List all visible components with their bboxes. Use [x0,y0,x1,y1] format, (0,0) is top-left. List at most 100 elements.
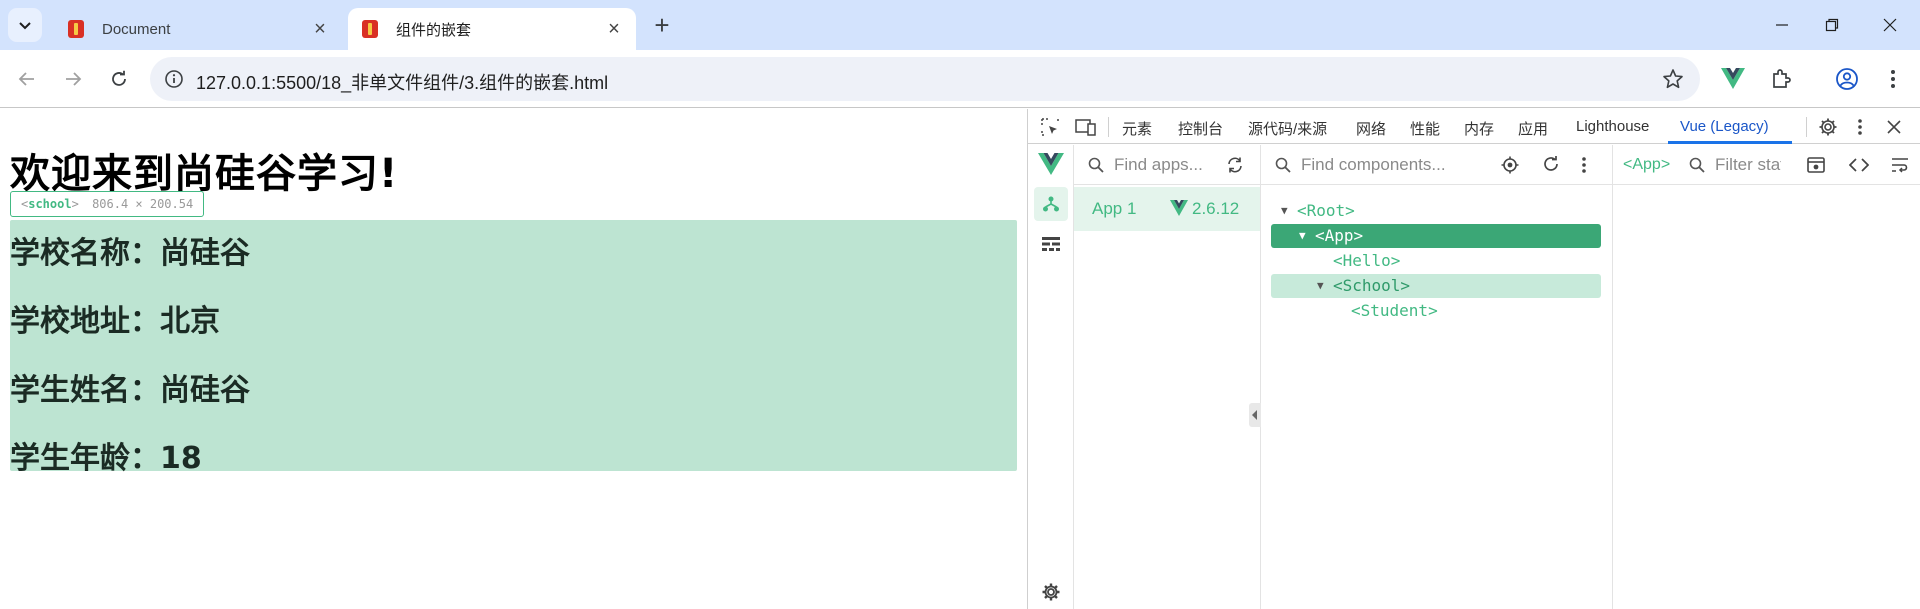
tab-application[interactable]: 应用 [1518,118,1548,139]
search-icon [1275,157,1291,173]
tree-node-label: <School> [1333,276,1411,295]
apps-search-bar [1074,145,1260,185]
favicon-icon [362,20,378,38]
components-search-bar [1261,145,1612,185]
search-icon [1088,157,1104,173]
school-component-highlight: 学校名称：尚硅谷 学校地址：北京 学生姓名：尚硅谷 学生年龄：18 [10,220,1017,476]
url-text[interactable]: 127.0.0.1:5500/18_非单文件组件/3.组件的嵌套.html [196,69,608,95]
window-close-icon[interactable] [1870,10,1910,40]
kebab-menu-icon[interactable] [1878,64,1908,94]
kebab-menu-icon[interactable] [1848,115,1872,139]
code-icon[interactable] [1849,157,1869,173]
favicon-icon [68,20,84,38]
close-icon[interactable]: × [306,15,334,43]
profile-icon[interactable] [1832,64,1862,94]
browser-toolbar: 127.0.0.1:5500/18_非单文件组件/3.组件的嵌套.html [0,50,1920,108]
state-toolbar: <App> [1613,145,1920,185]
vue-settings-gear-icon[interactable] [1034,575,1068,609]
close-icon[interactable]: × [600,15,628,43]
tab-search-button[interactable] [8,8,42,42]
app-name: App 1 [1092,199,1137,218]
inspect-component-tag: <school> 806.4 × 200.54 [10,191,205,217]
tab-sources[interactable]: 源代码/来源 [1248,118,1327,139]
vue-logo-icon [1170,200,1188,216]
expand-caret-icon[interactable]: ▼ [1317,274,1324,298]
settings-gear-icon[interactable] [1816,115,1840,139]
wrap-icon[interactable] [1891,157,1909,173]
search-icon [1689,157,1705,173]
app-version: 2.6.12 [1192,199,1240,218]
vue-apps-pane: App 1 2.6.12 [1074,145,1261,609]
tab-network[interactable]: 网络 [1356,118,1386,139]
school-address-text: 学校地址：北京 [10,304,220,339]
student-age-text: 学生年龄：18 [10,441,202,476]
forward-icon[interactable] [56,62,90,96]
new-tab-icon[interactable]: + [648,12,676,40]
tree-node-label: <Root> [1297,201,1355,220]
chevron-down-icon [19,22,31,30]
inspect-dom-icon[interactable] [1807,157,1825,173]
tree-node-app[interactable]: ▼ <App> [1271,224,1601,248]
tree-node-label: <App> [1315,226,1364,245]
expand-caret-icon[interactable]: ▼ [1299,224,1306,248]
expand-caret-icon[interactable]: ▼ [1281,199,1288,223]
devtools-panel: 元素 控制台 源代码/来源 网络 性能 内存 应用 Lighthouse Vue… [1027,109,1920,609]
inspect-icon[interactable] [1038,115,1062,139]
tag-name: school [28,197,72,211]
state-filter-input[interactable] [1715,155,1781,175]
tree-node-hello[interactable]: <Hello> [1271,249,1601,273]
toolbar-divider [1108,117,1109,137]
back-icon[interactable] [10,62,44,96]
timeline-icon[interactable] [1034,227,1068,261]
components-search-input[interactable] [1301,155,1481,175]
close-devtools-icon[interactable] [1882,115,1906,139]
tree-node-label: <Hello> [1333,251,1401,270]
browser-tab-document[interactable]: Document × [54,8,342,50]
tab-console[interactable]: 控制台 [1178,118,1223,139]
vue-logo-icon [1034,147,1068,181]
school-name-text: 学校名称：尚硅谷 [10,236,250,271]
refresh-icon[interactable] [1226,157,1244,173]
tree-node-root[interactable]: ▼ <Root> [1271,199,1601,223]
browser-tabstrip: Document × 组件的嵌套 × + [0,0,1920,50]
component-tree-icon[interactable] [1034,187,1068,221]
tab-title: Document [102,20,171,38]
active-tab-indicator [1668,141,1792,144]
vue-state-pane: <App> [1613,145,1920,609]
address-bar[interactable]: 127.0.0.1:5500/18_非单文件组件/3.组件的嵌套.html [150,57,1700,101]
tag-close: > [71,197,79,211]
tag-size: 806.4 × 200.54 [92,197,194,211]
bookmark-star-icon[interactable] [1662,68,1684,90]
collapse-pane-handle[interactable] [1249,403,1261,427]
tab-memory[interactable]: 内存 [1464,118,1494,139]
minimize-icon[interactable] [1762,10,1802,40]
site-info-icon[interactable] [158,63,190,95]
browser-tab-active[interactable]: 组件的嵌套 × [348,8,636,50]
reload-icon[interactable] [102,62,136,96]
toolbar-divider [1806,117,1807,137]
device-toggle-icon[interactable] [1074,115,1098,139]
tab-performance[interactable]: 性能 [1410,118,1440,139]
vue-devtools-body: App 1 2.6.12 ▼ <Root> ▼ <App> [1028,145,1920,609]
target-icon[interactable] [1501,156,1519,174]
restore-icon[interactable] [1812,10,1852,40]
refresh-icon[interactable] [1543,156,1559,172]
vue-extension-icon[interactable] [1718,64,1748,94]
vue-components-pane: ▼ <Root> ▼ <App> <Hello> ▼ <School> <Stu… [1249,145,1613,609]
student-name-text: 学生姓名：尚硅谷 [10,373,250,408]
tab-lighthouse[interactable]: Lighthouse [1576,118,1649,135]
tree-node-student[interactable]: <Student> [1271,299,1601,323]
apps-search-input[interactable] [1114,155,1224,175]
devtools-tabbar: 元素 控制台 源代码/来源 网络 性能 内存 应用 Lighthouse Vue… [1028,109,1920,144]
tree-node-label: <Student> [1351,301,1438,320]
tree-node-school[interactable]: ▼ <School> [1271,274,1601,298]
app-list-item[interactable]: App 1 2.6.12 [1074,187,1260,231]
kebab-menu-icon[interactable] [1581,156,1587,174]
tab-title: 组件的嵌套 [396,21,472,39]
vue-nav-rail [1028,145,1074,609]
web-page-viewport: 欢迎来到尚硅谷学习! <school> 806.4 × 200.54 学校名称：… [0,109,1027,609]
selected-component-name: <App> [1623,156,1671,173]
tab-vue-legacy[interactable]: Vue (Legacy) [1680,118,1769,135]
extensions-puzzle-icon[interactable] [1766,64,1796,94]
tab-elements[interactable]: 元素 [1122,118,1152,139]
